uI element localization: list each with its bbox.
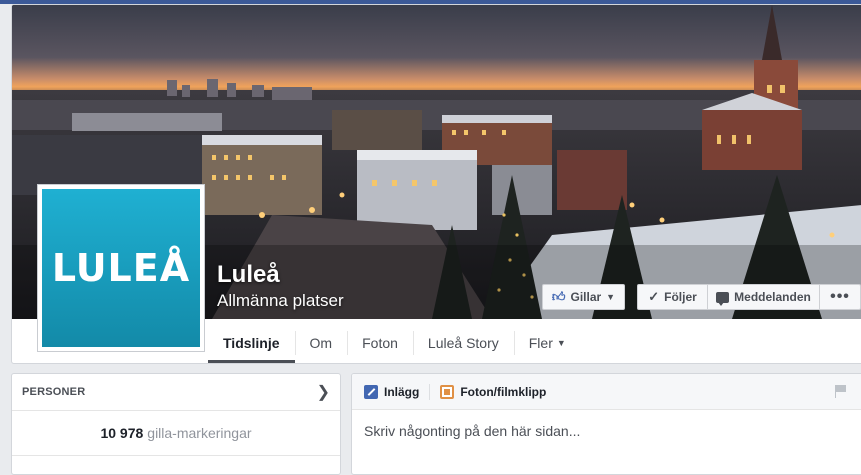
composer-tab-label: Inlägg [384, 384, 420, 399]
chevron-right-icon[interactable]: ❯ [317, 382, 330, 402]
composer-tab-photo[interactable]: Foton/filmklipp [440, 384, 547, 399]
page-category[interactable]: Allmänna platser [217, 291, 344, 311]
composer-input[interactable]: Skriv någonting på den här sidan... [352, 410, 861, 452]
caret-down-icon: ▼ [556, 338, 566, 348]
tab-more[interactable]: Fler ▼ [513, 323, 581, 363]
pencil-icon [364, 384, 378, 399]
like-label: Gillar [570, 290, 602, 304]
more-dots-icon: ••• [830, 288, 850, 305]
thumbs-up-icon: 👍︎ [551, 289, 566, 304]
page-title[interactable]: Luleå [217, 261, 280, 289]
post-composer: Inlägg Foton/filmklipp Skriv någonting p… [351, 373, 861, 475]
likes-summary: 10 978 gilla-markeringar [12, 411, 340, 456]
composer-tabs: Inlägg Foton/filmklipp [352, 374, 861, 410]
message-label: Meddelanden [734, 290, 811, 304]
follow-button[interactable]: ✓ Följer [637, 284, 708, 310]
page-header: LULEÅ Luleå Allmänna platser 👍︎ Gillar ▼… [11, 4, 861, 364]
tab-label: Foton [362, 335, 398, 351]
message-icon [716, 291, 730, 306]
page-logo: LULEÅ [42, 189, 200, 347]
composer-tab-label: Foton/filmklipp [460, 384, 547, 399]
photo-icon [440, 384, 455, 399]
tab-label: Luleå Story [427, 335, 499, 351]
people-card: PERSONER ❯ 10 978 gilla-markeringar [11, 373, 341, 475]
logo-text: LULEÅ [51, 246, 191, 290]
page-tabs: Tidslinje Om Foton Luleå Story Fler ▼ [208, 323, 581, 363]
tab-lulea-story[interactable]: Luleå Story [412, 323, 514, 363]
tab-label: Fler [528, 335, 553, 351]
composer-tab-post[interactable]: Inlägg [364, 384, 420, 399]
check-icon: ✓ [648, 289, 660, 304]
tab-about[interactable]: Om [294, 323, 348, 363]
tab-photos[interactable]: Foton [347, 323, 413, 363]
tab-label: Om [309, 335, 333, 351]
caret-down-icon: ▼ [606, 292, 616, 302]
tab-timeline[interactable]: Tidslinje [208, 323, 295, 363]
people-header[interactable]: PERSONER ❯ [12, 374, 340, 411]
divider [429, 383, 431, 400]
more-options-button[interactable]: ••• [819, 284, 861, 310]
likes-count: 10 978 [100, 425, 144, 441]
follow-label: Följer [664, 290, 697, 304]
likes-label[interactable]: gilla-markeringar [147, 425, 251, 441]
tab-label: Tidslinje [223, 335, 280, 351]
message-button[interactable]: Meddelanden [707, 284, 820, 310]
like-button[interactable]: 👍︎ Gillar ▼ [542, 284, 625, 310]
people-title: PERSONER [22, 386, 86, 398]
flag-icon[interactable] [835, 385, 846, 398]
profile-picture[interactable]: LULEÅ [37, 184, 205, 352]
